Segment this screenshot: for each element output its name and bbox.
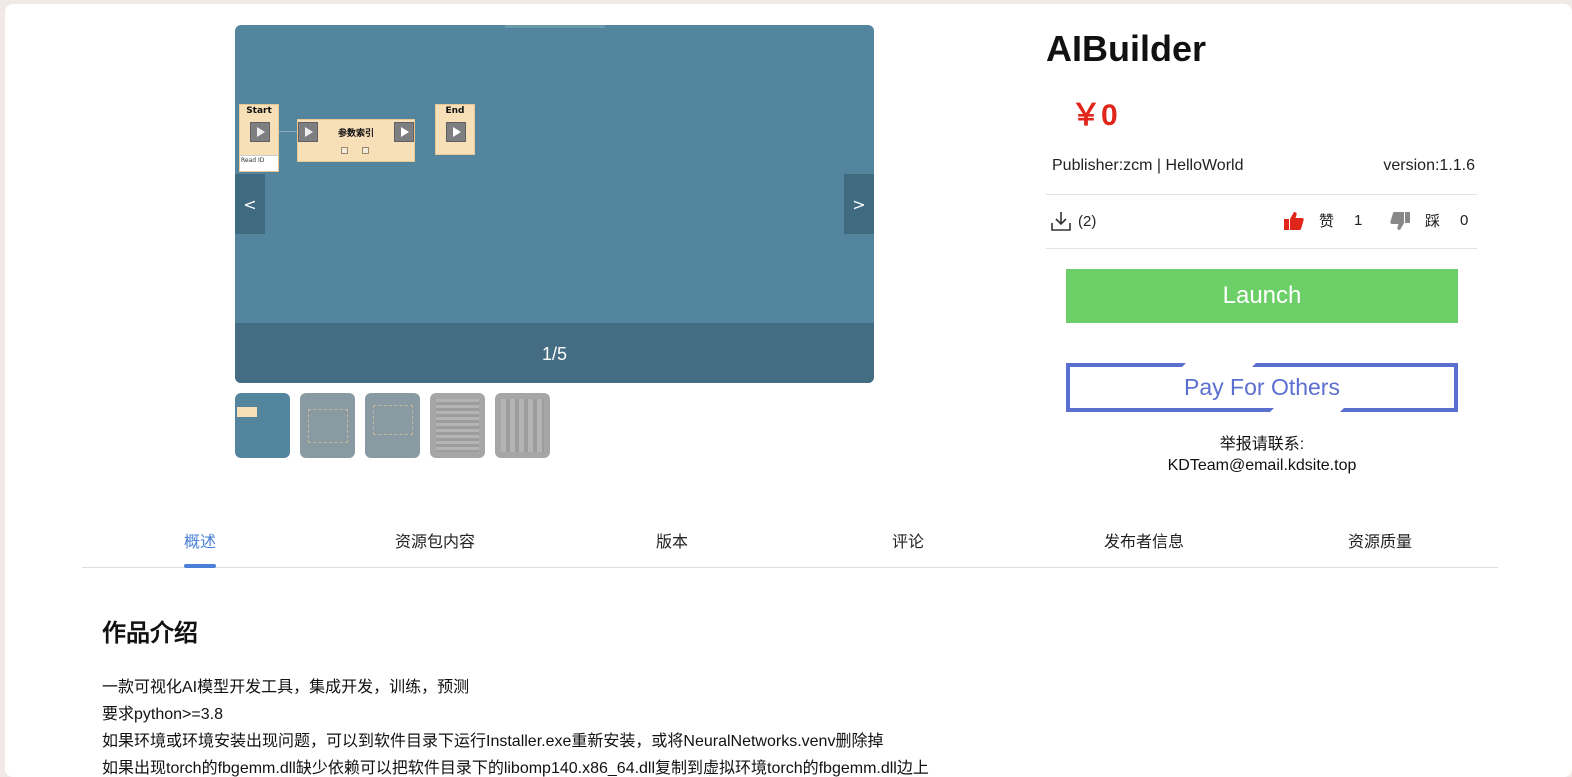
section-title: 作品介绍 — [102, 620, 198, 647]
download-count[interactable]: (2) — [1050, 210, 1096, 232]
thumb-preview-icon — [501, 399, 544, 452]
thumbnail-3[interactable] — [365, 393, 420, 458]
download-count-label: (2) — [1078, 212, 1097, 230]
intro-line: 一款可视化AI模型开发工具，集成开发，训练，预测 — [102, 679, 470, 696]
like-button[interactable]: 赞 1 — [1283, 210, 1362, 231]
intro-line: 如果出现torch的fbgemm.dll缺少依赖可以把软件目录下的libomp1… — [102, 760, 929, 777]
stats-row: (2) 赞 1 踩 0 — [1046, 210, 1477, 234]
carousel-prev-button[interactable]: < — [235, 174, 265, 234]
intro-text: 一款可视化AI模型开发工具，集成开发，训练，预测 要求python>=3.8 如… — [102, 674, 929, 777]
app-title: AIBuilder — [1046, 28, 1207, 69]
corner-notch — [1181, 362, 1257, 368]
thumb-preview-icon — [436, 399, 479, 452]
checkbox-icon — [341, 147, 348, 154]
end-node-label: End — [445, 106, 465, 116]
dislike-label: 踩 — [1425, 213, 1441, 230]
thumbs-down-icon — [1390, 211, 1410, 230]
download-icon — [1051, 212, 1071, 231]
tab-overview[interactable]: 概述 — [184, 528, 216, 552]
intro-line: 要求python>=3.8 — [102, 706, 223, 723]
param-index-node: 参数索引 — [297, 119, 415, 162]
page: Start Read ID 参数索引 End < > 1/5 AIBuilder… — [5, 4, 1572, 777]
end-node: End — [435, 104, 475, 155]
dislike-count: 0 — [1460, 212, 1469, 229]
param-index-node-label: 参数索引 — [337, 129, 374, 139]
price: ￥0 — [1071, 99, 1118, 132]
play-icon — [250, 122, 270, 142]
intro-line: 如果环境或环境安装出现问题，可以到软件目录下运行Installer.exe重新安… — [102, 733, 884, 750]
start-node-label: Start — [246, 106, 272, 116]
report-email[interactable]: KDTeam@email.kdsite.top — [1066, 455, 1458, 476]
slide-counter: 1/5 — [541, 344, 568, 364]
thumb-preview-icon — [373, 405, 413, 435]
tab-package-contents[interactable]: 资源包内容 — [395, 528, 475, 552]
report-contact: 举报请联系: KDTeam@email.kdsite.top — [1066, 434, 1458, 476]
thumbnail-5[interactable] — [495, 393, 550, 458]
carousel-next-button[interactable]: > — [844, 174, 874, 234]
report-label: 举报请联系: — [1219, 436, 1305, 453]
image-carousel: Start Read ID 参数索引 End < > 1/5 — [235, 25, 874, 383]
launch-button[interactable]: Launch — [1066, 269, 1458, 323]
thumbnail-1[interactable] — [235, 393, 290, 458]
thumb-node-icon — [237, 407, 257, 417]
play-icon — [446, 122, 466, 142]
pay-for-others-button[interactable]: Pay For Others — [1066, 363, 1458, 412]
connection-wire — [279, 131, 297, 132]
active-tab-indicator — [184, 564, 216, 568]
publisher-info[interactable]: Publisher:zcm | HelloWorld — [1052, 157, 1243, 175]
divider — [1046, 248, 1477, 249]
tab-versions[interactable]: 版本 — [656, 528, 688, 552]
divider — [1046, 194, 1477, 195]
tab-comments[interactable]: 评论 — [892, 528, 924, 552]
tab-resource-quality[interactable]: 资源质量 — [1348, 528, 1412, 552]
thumbs-up-icon — [1284, 211, 1304, 230]
like-count: 1 — [1354, 212, 1363, 229]
thumb-preview-icon — [308, 409, 348, 443]
like-label: 赞 — [1319, 213, 1335, 230]
pay-for-others-wrapper: Pay For Others — [1066, 362, 1458, 413]
thumbnail-4[interactable] — [430, 393, 485, 458]
meta-row: Publisher:zcm | HelloWorld version:1.1.6 — [1046, 157, 1481, 175]
thumbnail-2[interactable] — [300, 393, 355, 458]
carousel-notch — [505, 25, 605, 28]
tab-publisher-info[interactable]: 发布者信息 — [1104, 528, 1184, 552]
corner-notch — [1269, 407, 1345, 413]
start-node-sub: Read ID — [240, 155, 278, 171]
version-info: version:1.1.6 — [1383, 157, 1475, 174]
tab-bar: 概述 资源包内容 版本 评论 发布者信息 资源质量 — [82, 526, 1498, 568]
start-node-sub-label: Read ID — [241, 157, 265, 164]
checkbox-icon — [362, 147, 369, 154]
start-node: Start Read ID — [239, 104, 279, 172]
dislike-button[interactable]: 踩 0 — [1389, 210, 1468, 231]
